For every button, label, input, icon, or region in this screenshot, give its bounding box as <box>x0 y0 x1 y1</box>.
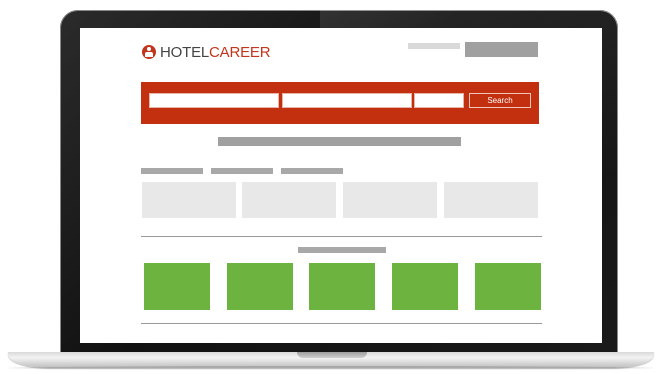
search-location-input[interactable] <box>282 93 412 108</box>
logo-text-hotel: HOTEL <box>160 43 210 61</box>
laptop-base-notch <box>297 352 367 358</box>
search-keyword-input[interactable] <box>149 93 279 108</box>
featured-tile-4[interactable] <box>392 263 458 310</box>
content-tile-3[interactable] <box>343 182 437 218</box>
laptop-screen: HOTELCAREER Search <box>80 28 602 343</box>
tab-placeholder-2[interactable] <box>211 168 273 174</box>
header-button-placeholder[interactable] <box>465 42 538 57</box>
search-radius-input[interactable] <box>414 93 464 108</box>
person-in-circle-icon <box>142 45 156 59</box>
laptop-shadow <box>8 366 654 370</box>
content-tile-1[interactable] <box>142 182 236 218</box>
section-divider-top <box>141 236 542 237</box>
logo-text-career: CAREER <box>209 43 271 61</box>
header-link-placeholder[interactable] <box>408 43 460 49</box>
section-divider-bottom <box>141 323 542 324</box>
site-logo[interactable]: HOTELCAREER <box>142 42 271 62</box>
featured-tile-2[interactable] <box>227 263 293 310</box>
tab-placeholder-1[interactable] <box>141 168 203 174</box>
content-tile-2[interactable] <box>242 182 336 218</box>
featured-tile-5[interactable] <box>475 263 541 310</box>
section-heading-placeholder <box>298 247 386 253</box>
search-button[interactable]: Search <box>469 93 531 108</box>
content-tile-4[interactable] <box>444 182 538 218</box>
tab-placeholder-3[interactable] <box>281 168 343 174</box>
headline-placeholder <box>218 137 461 146</box>
featured-tile-3[interactable] <box>309 263 375 310</box>
search-band: Search <box>141 82 539 124</box>
featured-tile-1[interactable] <box>144 263 210 310</box>
logo-text: HOTELCAREER <box>160 43 271 61</box>
